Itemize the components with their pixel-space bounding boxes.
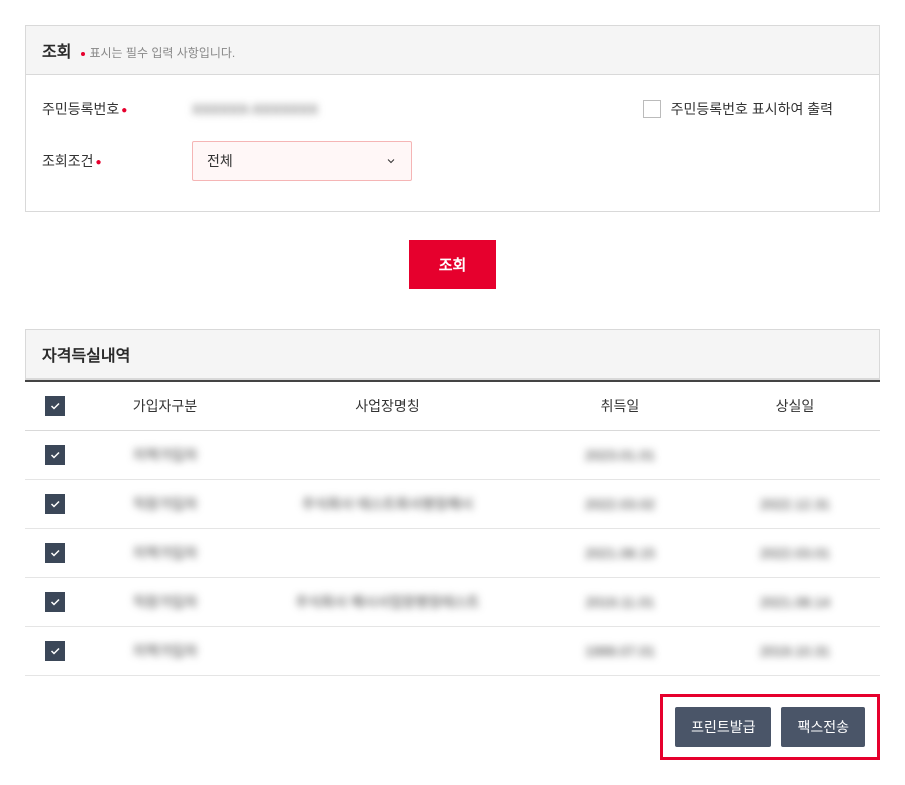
- table-cell: 주식회사 테스트회사명칭예시: [245, 480, 530, 529]
- cell-text: 2023.01.01: [585, 447, 655, 463]
- col-header-checkbox: [25, 381, 85, 431]
- table-cell: 2022.03.01: [710, 529, 880, 578]
- action-highlight-box: 프린트발급 팩스전송: [660, 694, 880, 760]
- label-rrn: 주민등록번호●: [42, 99, 192, 119]
- check-icon: [49, 596, 61, 608]
- table-cell: 2019.10.31: [710, 627, 880, 676]
- rrn-show-checkbox-label: 주민등록번호 표시하여 출력: [671, 99, 833, 119]
- row-condition: 조회조건● 전체: [42, 141, 863, 181]
- value-condition: 전체: [192, 141, 863, 181]
- col-header-acqdate: 취득일: [530, 381, 710, 431]
- table-cell: 2021.08.14: [710, 578, 880, 627]
- rrn-value-text: XXXXXX-XXXXXXX: [192, 101, 318, 117]
- cell-text: 직장가입자: [133, 592, 197, 612]
- table-row: 직장가입자 주식회사 테스트회사명칭예시 2022.03.02 2022.12.31: [25, 480, 880, 529]
- cell-text: 지역가입자: [133, 543, 197, 563]
- check-icon: [49, 547, 61, 559]
- result-table-header-row: 가입자구분 사업장명칭 취득일 상실일: [25, 381, 880, 431]
- table-cell: 직장가입자: [85, 578, 245, 627]
- table-cell: 지역가입자: [85, 627, 245, 676]
- query-panel-subtitle: 표시는 필수 입력 사항입니다.: [81, 44, 235, 61]
- query-panel-body: 주민등록번호● XXXXXX-XXXXXXX 주민등록번호 표시하여 출력 조회…: [26, 75, 879, 211]
- row-checkbox-cell: [25, 431, 85, 480]
- cell-text: 2022.12.31: [760, 496, 830, 512]
- table-cell: 직장가입자: [85, 480, 245, 529]
- table-row: 지역가입자 2023.01.01: [25, 431, 880, 480]
- select-all-checkbox[interactable]: [45, 396, 65, 416]
- cell-text: 지역가입자: [133, 445, 197, 465]
- label-rrn-text: 주민등록번호: [42, 101, 119, 117]
- table-cell: [710, 431, 880, 480]
- col-header-membertype: 가입자구분: [85, 381, 245, 431]
- rrn-show-checkbox-wrap: 주민등록번호 표시하여 출력: [643, 99, 863, 119]
- query-submit-button[interactable]: 조회: [409, 240, 497, 289]
- required-dot-icon: [81, 52, 85, 56]
- table-row: 지역가입자 1999.07.01 2019.10.31: [25, 627, 880, 676]
- cell-text: 주식회사 테스트회사명칭예시: [302, 494, 473, 514]
- result-panel-header: 자격득실내역: [26, 330, 879, 379]
- chevron-down-icon: [385, 155, 397, 167]
- result-table: 가입자구분 사업장명칭 취득일 상실일 지역가입자 2023.01.01 직장가입자…: [25, 380, 880, 676]
- check-icon: [49, 498, 61, 510]
- label-condition: 조회조건●: [42, 151, 192, 171]
- cell-text: 2019.10.31: [760, 643, 830, 659]
- condition-selected-text: 전체: [207, 151, 233, 171]
- cell-text: 2021.08.15: [585, 545, 655, 561]
- query-panel-header: 조회 표시는 필수 입력 사항입니다.: [26, 26, 879, 75]
- required-mark-icon: ●: [96, 157, 102, 168]
- condition-select[interactable]: 전체: [192, 141, 412, 181]
- cell-text: 직장가입자: [133, 494, 197, 514]
- cell-text: 2019.11.01: [585, 594, 654, 610]
- action-row: 프린트발급 팩스전송: [25, 694, 880, 760]
- row-checkbox[interactable]: [45, 543, 65, 563]
- cell-text: 지역가입자: [133, 641, 197, 661]
- print-button[interactable]: 프린트발급: [675, 707, 771, 747]
- table-cell: 주식회사 예시사업장명칭테스트: [245, 578, 530, 627]
- cell-text: 2022.03.02: [585, 496, 655, 512]
- query-subtitle-text: 표시는 필수 입력 사항입니다.: [89, 46, 235, 60]
- row-checkbox-cell: [25, 627, 85, 676]
- cell-text: 1999.07.01: [585, 643, 655, 659]
- cell-text: 2021.08.14: [760, 594, 830, 610]
- row-checkbox-cell: [25, 529, 85, 578]
- label-condition-text: 조회조건: [42, 153, 94, 169]
- table-cell: 2022.12.31: [710, 480, 880, 529]
- table-cell: 2019.11.01: [530, 578, 710, 627]
- condition-select-wrap: 전체: [192, 141, 412, 181]
- row-checkbox[interactable]: [45, 592, 65, 612]
- query-panel: 조회 표시는 필수 입력 사항입니다. 주민등록번호● XXXXXX-XXXXX…: [25, 25, 880, 212]
- table-cell: 지역가입자: [85, 431, 245, 480]
- check-icon: [49, 449, 61, 461]
- table-cell: 지역가입자: [85, 529, 245, 578]
- table-cell: [245, 431, 530, 480]
- table-cell: 2021.08.15: [530, 529, 710, 578]
- row-checkbox[interactable]: [45, 494, 65, 514]
- rrn-show-checkbox[interactable]: [643, 100, 661, 118]
- row-checkbox-cell: [25, 480, 85, 529]
- col-header-lossdate: 상실일: [710, 381, 880, 431]
- value-rrn: XXXXXX-XXXXXXX 주민등록번호 표시하여 출력: [192, 99, 863, 119]
- table-cell: 2023.01.01: [530, 431, 710, 480]
- row-rrn: 주민등록번호● XXXXXX-XXXXXXX 주민등록번호 표시하여 출력: [42, 99, 863, 119]
- table-cell: 1999.07.01: [530, 627, 710, 676]
- table-cell: [245, 529, 530, 578]
- query-panel-title: 조회: [42, 38, 71, 62]
- cell-text: 주식회사 예시사업장명칭테스트: [295, 592, 479, 612]
- table-cell: 2022.03.02: [530, 480, 710, 529]
- required-mark-icon: ●: [121, 105, 127, 116]
- col-header-workplace: 사업장명칭: [245, 381, 530, 431]
- result-panel-title: 자격득실내역: [42, 342, 130, 366]
- row-checkbox[interactable]: [45, 641, 65, 661]
- result-panel: 자격득실내역: [25, 329, 880, 380]
- row-checkbox[interactable]: [45, 445, 65, 465]
- table-row: 직장가입자 주식회사 예시사업장명칭테스트 2019.11.01 2021.08.14: [25, 578, 880, 627]
- fax-button[interactable]: 팩스전송: [781, 707, 865, 747]
- cell-text: 2022.03.01: [760, 545, 830, 561]
- query-submit-row: 조회: [25, 240, 880, 289]
- check-icon: [49, 645, 61, 657]
- check-icon: [49, 400, 61, 412]
- table-row: 지역가입자 2021.08.15 2022.03.01: [25, 529, 880, 578]
- row-checkbox-cell: [25, 578, 85, 627]
- table-cell: [245, 627, 530, 676]
